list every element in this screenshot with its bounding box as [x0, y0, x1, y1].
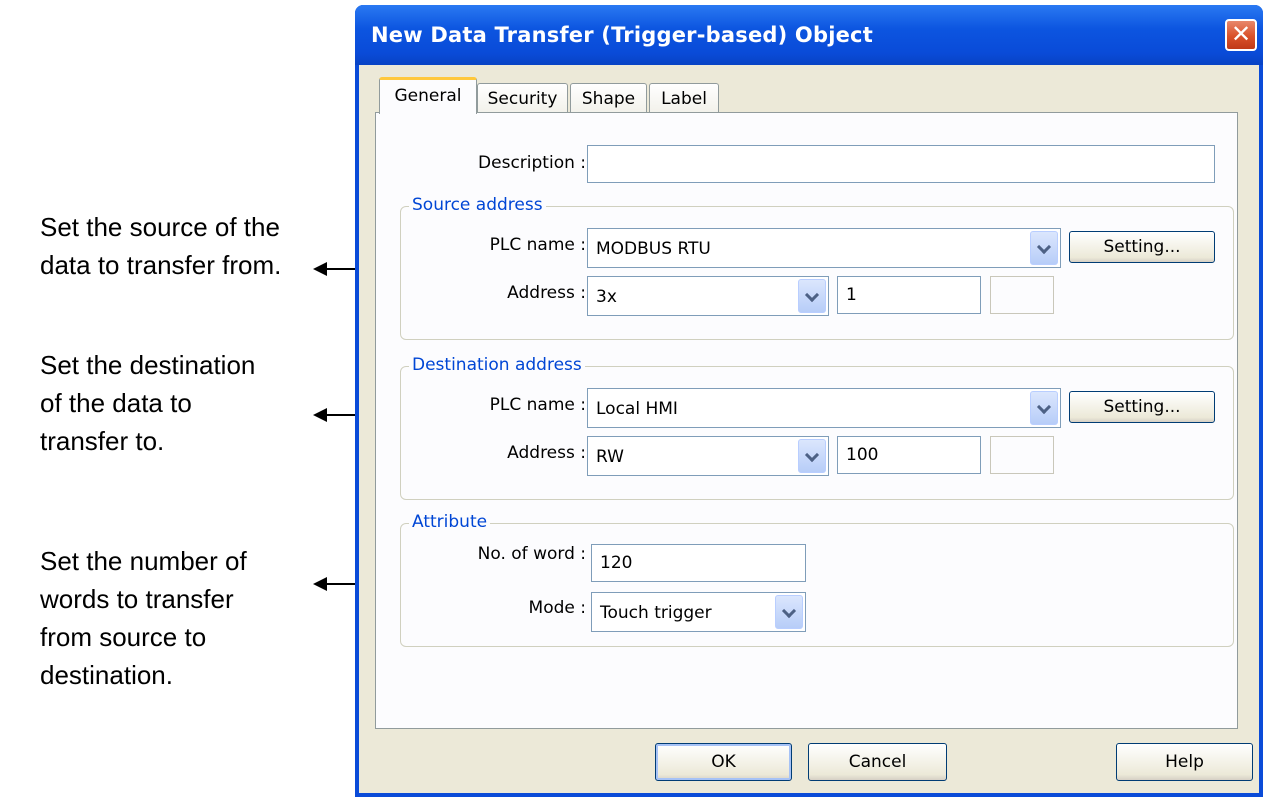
destination-address-label: Address : [507, 443, 586, 463]
tab-security[interactable]: Security [477, 83, 568, 113]
dropdown-button[interactable] [798, 439, 826, 473]
dropdown-button[interactable] [775, 595, 803, 629]
source-plc-value: MODBUS RTU [596, 239, 711, 259]
title-bar[interactable]: New Data Transfer (Trigger-based) Object… [355, 5, 1263, 65]
source-address-type-value: 3x [596, 287, 617, 307]
annotation-destination: Set the destination of the data to trans… [40, 346, 255, 460]
help-button[interactable]: Help [1116, 743, 1253, 781]
source-address-type-select[interactable]: 3x [587, 276, 829, 316]
destination-plc-label: PLC name : [489, 395, 586, 415]
dropdown-button[interactable] [798, 279, 826, 313]
annotation-source: Set the source of the data to transfer f… [40, 208, 281, 284]
source-plc-select[interactable]: MODBUS RTU [587, 228, 1061, 268]
annotation-line: words to transfer [40, 584, 234, 614]
chevron-down-icon [1037, 239, 1053, 255]
source-address-extra-field [990, 276, 1054, 314]
annotation-line: transfer to. [40, 426, 165, 456]
destination-address-extra-field [990, 436, 1054, 474]
dialog-client-area: General Security Shape Label Description… [359, 65, 1259, 793]
mode-value: Touch trigger [600, 603, 712, 623]
destination-address-field[interactable]: 100 [837, 436, 981, 474]
description-field[interactable] [587, 145, 1215, 183]
tab-general[interactable]: General [379, 77, 477, 114]
annotation-line: Set the number of [40, 546, 247, 576]
close-icon: ✕ [1230, 20, 1252, 48]
dropdown-button[interactable] [1030, 391, 1058, 425]
tab-panel-general: Description : Source address PLC name : … [375, 112, 1238, 729]
description-label: Description : [478, 153, 586, 173]
attribute-group: Attribute No. of word : 120 Mode : Touch… [400, 512, 1234, 647]
annotation-line: data to transfer from. [40, 250, 282, 280]
cancel-button[interactable]: Cancel [808, 743, 947, 781]
mode-select[interactable]: Touch trigger [591, 592, 806, 632]
annotation-attribute: Set the number of words to transfer from… [40, 542, 247, 694]
dialog-title: New Data Transfer (Trigger-based) Object [371, 23, 873, 47]
close-button[interactable]: ✕ [1225, 19, 1257, 51]
annotation-line: Set the source of the [40, 212, 280, 242]
destination-setting-button[interactable]: Setting... [1069, 391, 1215, 423]
words-field[interactable]: 120 [591, 544, 806, 582]
source-address-group: Source address PLC name : MODBUS RTU Set… [400, 195, 1234, 340]
dropdown-button[interactable] [1030, 231, 1058, 265]
source-address-field[interactable]: 1 [837, 276, 981, 314]
annotation-line: destination. [40, 660, 173, 690]
source-address-label: Address : [507, 283, 586, 303]
words-label: No. of word : [477, 544, 586, 564]
destination-address-title: Destination address [409, 355, 585, 375]
chevron-down-icon [1037, 399, 1053, 415]
destination-plc-select[interactable]: Local HMI [587, 388, 1061, 428]
attribute-title: Attribute [409, 512, 491, 532]
destination-address-type-select[interactable]: RW [587, 436, 829, 476]
annotation-line: Set the destination [40, 350, 256, 380]
annotation-line: of the data to [40, 388, 192, 418]
ok-button[interactable]: OK [655, 743, 792, 781]
source-plc-label: PLC name : [489, 235, 586, 255]
annotation-line: from source to [40, 622, 207, 652]
dialog-window: New Data Transfer (Trigger-based) Object… [355, 5, 1263, 797]
chevron-down-icon [782, 603, 798, 619]
destination-address-type-value: RW [596, 447, 624, 467]
destination-address-group: Destination address PLC name : Local HMI… [400, 355, 1234, 500]
tab-label[interactable]: Label [649, 83, 719, 113]
mode-label: Mode : [528, 598, 586, 618]
chevron-down-icon [805, 447, 821, 463]
destination-plc-value: Local HMI [596, 399, 678, 419]
chevron-down-icon [805, 287, 821, 303]
source-address-title: Source address [409, 195, 546, 215]
tab-shape[interactable]: Shape [570, 83, 647, 113]
source-setting-button[interactable]: Setting... [1069, 231, 1215, 263]
